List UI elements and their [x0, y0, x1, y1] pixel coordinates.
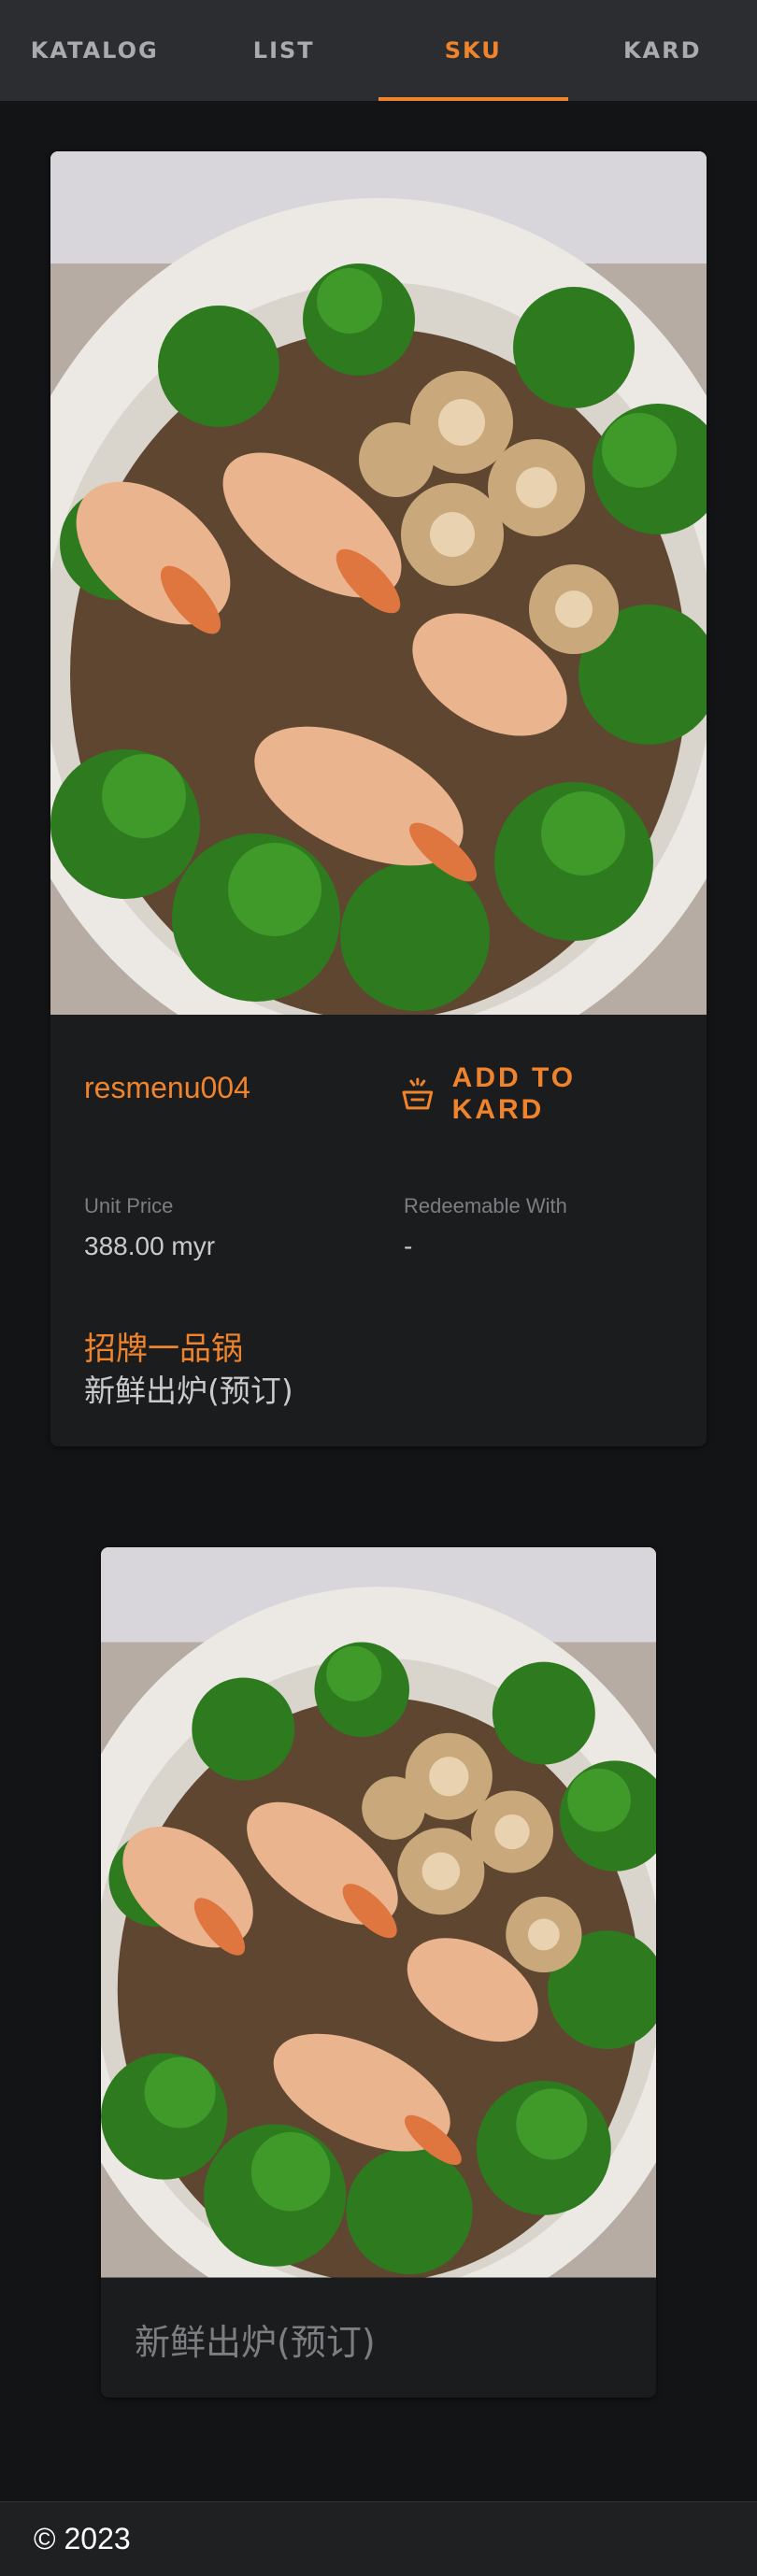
sku-details: resmenu004 ADD TO KARD Unit Price 388.00… [50, 1024, 707, 1446]
related-item-image [101, 1547, 656, 2285]
redeemable-value: - [404, 1231, 413, 1260]
redeemable-label: Redeemable With [404, 1194, 567, 1217]
sku-title-cn: 招牌一品锅 [84, 1331, 243, 1368]
food-photo [50, 151, 707, 1024]
sku-name: resmenu004 [84, 1071, 250, 1104]
add-to-kard-button[interactable]: ADD TO KARD [378, 1061, 677, 1127]
food-photo [101, 1547, 656, 2285]
basket-icon [402, 1077, 434, 1110]
tab-sku[interactable]: SKU [378, 0, 568, 101]
related-item-card[interactable]: 新鲜出炉(预订) [101, 1547, 656, 2398]
sku-subtitle-cn: 新鲜出炉(预订) [84, 1373, 293, 1409]
tab-list[interactable]: LIST [190, 0, 379, 101]
related-item-caption: 新鲜出炉(预订) [135, 2322, 376, 2363]
tab-kard[interactable]: KARD [568, 0, 757, 101]
unit-price-label: Unit Price [84, 1194, 174, 1217]
unit-price-value: 388.00 myr [84, 1231, 216, 1260]
sku-card: resmenu004 ADD TO KARD Unit Price 388.00… [50, 151, 707, 1446]
footer: © 2023 [0, 2501, 757, 2576]
add-to-kard-label: ADD TO KARD [451, 1062, 577, 1125]
sku-image [50, 151, 707, 1024]
tab-bar: KATALOG LIST SKU KARD [0, 0, 757, 101]
copyright-text: © 2023 [34, 2522, 131, 2555]
tab-katalog[interactable]: KATALOG [0, 0, 190, 101]
